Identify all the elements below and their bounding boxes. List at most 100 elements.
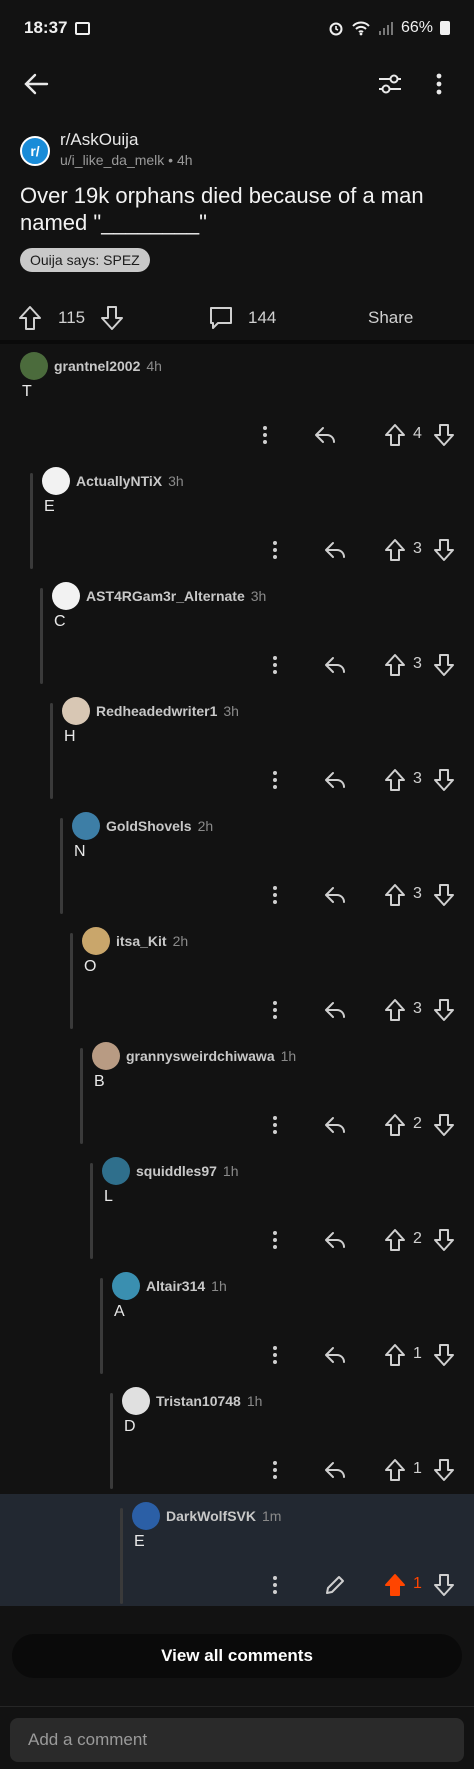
comment-more-button[interactable] bbox=[260, 1340, 290, 1370]
subreddit-name[interactable]: r/AskOuija bbox=[60, 130, 138, 150]
comment-more-button[interactable] bbox=[260, 1225, 290, 1255]
post-flair[interactable]: Ouija says: SPEZ bbox=[20, 248, 150, 272]
upvote-button[interactable] bbox=[380, 765, 410, 795]
avatar[interactable] bbox=[52, 582, 80, 610]
reply-button[interactable] bbox=[320, 765, 350, 795]
avatar[interactable] bbox=[20, 352, 48, 380]
upvote-button[interactable] bbox=[380, 1455, 410, 1485]
upvote-button[interactable] bbox=[380, 535, 410, 565]
comment-author[interactable]: DarkWolfSVK 1m bbox=[166, 1508, 281, 1524]
avatar[interactable] bbox=[92, 1042, 120, 1070]
downvote-button[interactable] bbox=[429, 650, 459, 680]
share-button[interactable]: Share bbox=[368, 298, 413, 338]
comment-body: E bbox=[134, 1533, 145, 1550]
post-upvote-button[interactable] bbox=[18, 298, 42, 338]
comment-author[interactable]: Tristan10748 1h bbox=[156, 1393, 262, 1409]
vote-count: 3 bbox=[413, 770, 422, 787]
upvote-button[interactable] bbox=[380, 420, 410, 450]
reply-button[interactable] bbox=[320, 1455, 350, 1485]
status-time: 18:37 bbox=[24, 18, 68, 37]
avatar[interactable] bbox=[102, 1157, 130, 1185]
comment-more-button[interactable] bbox=[260, 535, 290, 565]
avatar[interactable] bbox=[62, 697, 90, 725]
upvote-button[interactable] bbox=[380, 1110, 410, 1140]
comment-more-button[interactable] bbox=[260, 995, 290, 1025]
add-comment-input[interactable]: Add a comment bbox=[10, 1718, 464, 1762]
arrow-left-icon bbox=[24, 73, 49, 95]
comment-body: O bbox=[84, 958, 97, 975]
comment-age: 2h bbox=[172, 933, 189, 949]
comment-icon bbox=[210, 307, 232, 329]
post-author[interactable]: u/i_like_da_melk bbox=[60, 152, 164, 168]
comment-more-button[interactable] bbox=[260, 880, 290, 910]
filter-button[interactable] bbox=[372, 66, 408, 102]
comment-author[interactable]: Redheadedwriter1 3h bbox=[96, 703, 239, 719]
reply-button[interactable] bbox=[320, 1225, 350, 1255]
upvote-button[interactable] bbox=[380, 1570, 410, 1600]
downvote-button[interactable] bbox=[429, 995, 459, 1025]
reply-button[interactable] bbox=[320, 535, 350, 565]
comment-more-button[interactable] bbox=[260, 1455, 290, 1485]
upvote-button[interactable] bbox=[380, 650, 410, 680]
edit-button[interactable] bbox=[320, 1570, 350, 1600]
reply-button[interactable] bbox=[310, 420, 340, 450]
comment-more-button[interactable] bbox=[260, 650, 290, 680]
comment-author[interactable]: grantnel2002 4h bbox=[54, 358, 162, 374]
upvote-button[interactable] bbox=[380, 995, 410, 1025]
back-button[interactable] bbox=[18, 66, 54, 102]
downvote-button[interactable] bbox=[429, 1455, 459, 1485]
avatar[interactable] bbox=[122, 1387, 150, 1415]
comment-author[interactable]: itsa_Kit 2h bbox=[116, 933, 188, 949]
view-all-comments-button[interactable]: View all comments bbox=[12, 1634, 462, 1678]
comment-author[interactable]: Altair314 1h bbox=[146, 1278, 227, 1294]
downvote-button[interactable] bbox=[429, 420, 459, 450]
downvote-button[interactable] bbox=[429, 765, 459, 795]
comment-more-button[interactable] bbox=[260, 765, 290, 795]
reply-button[interactable] bbox=[320, 1110, 350, 1140]
downvote-button[interactable] bbox=[429, 1110, 459, 1140]
post-comments-button[interactable] bbox=[208, 298, 234, 338]
signal-icon bbox=[378, 22, 393, 35]
comment-author[interactable]: squiddles97 1h bbox=[136, 1163, 239, 1179]
comment-more-button[interactable] bbox=[260, 1570, 290, 1600]
comment-actions: 1 bbox=[0, 1570, 474, 1600]
downvote-button[interactable] bbox=[429, 1340, 459, 1370]
avatar[interactable] bbox=[132, 1502, 160, 1530]
upvote-button[interactable] bbox=[380, 1340, 410, 1370]
comment-age: 1m bbox=[261, 1508, 282, 1524]
avatar[interactable] bbox=[72, 812, 100, 840]
downvote-button[interactable] bbox=[429, 1225, 459, 1255]
more-options-button[interactable] bbox=[424, 66, 454, 102]
comment: grannysweirdchiwawa 1h B 2 bbox=[0, 1042, 474, 1157]
avatar[interactable] bbox=[82, 927, 110, 955]
comment-body: B bbox=[94, 1073, 105, 1090]
comment-author[interactable]: ActuallyNTiX 3h bbox=[76, 473, 184, 489]
reply-button[interactable] bbox=[320, 1340, 350, 1370]
avatar[interactable] bbox=[112, 1272, 140, 1300]
post-header: r/ r/AskOuija u/i_like_da_melk • 4h bbox=[20, 128, 460, 174]
downvote-button[interactable] bbox=[429, 880, 459, 910]
downvote-button[interactable] bbox=[429, 1570, 459, 1600]
reply-button[interactable] bbox=[320, 880, 350, 910]
bottom-divider bbox=[0, 1706, 474, 1707]
comment-author[interactable]: AST4RGam3r_Alternate 3h bbox=[86, 588, 266, 604]
downvote-button[interactable] bbox=[429, 535, 459, 565]
comment-body: L bbox=[104, 1188, 113, 1205]
post-comment-count: 144 bbox=[248, 308, 277, 327]
comment-author[interactable]: GoldShovels 2h bbox=[106, 818, 213, 834]
comment-age: 1h bbox=[222, 1163, 239, 1179]
comment-more-button[interactable] bbox=[260, 1110, 290, 1140]
reply-button[interactable] bbox=[320, 650, 350, 680]
gallery-icon bbox=[75, 21, 91, 35]
comment-body: A bbox=[114, 1303, 125, 1320]
comment-more-button[interactable] bbox=[250, 420, 280, 450]
upvote-button[interactable] bbox=[380, 880, 410, 910]
comment: squiddles97 1h L 2 bbox=[0, 1157, 474, 1272]
comment: ActuallyNTiX 3h E 3 bbox=[0, 467, 474, 582]
comment-author[interactable]: grannysweirdchiwawa 1h bbox=[126, 1048, 296, 1064]
reply-button[interactable] bbox=[320, 995, 350, 1025]
avatar[interactable] bbox=[42, 467, 70, 495]
subreddit-icon[interactable]: r/ bbox=[20, 136, 50, 166]
post-downvote-button[interactable] bbox=[100, 298, 124, 338]
upvote-button[interactable] bbox=[380, 1225, 410, 1255]
